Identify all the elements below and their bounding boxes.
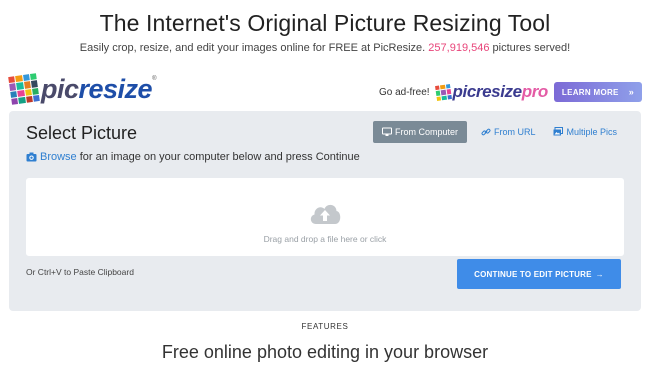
images-icon (553, 127, 564, 136)
pro-mosaic-icon (434, 83, 452, 101)
tab-from-url-label: From URL (493, 127, 536, 137)
file-dropzone[interactable]: Drag and drop a file here or click (26, 178, 624, 256)
picresize-pro-logo[interactable]: picresizepro (434, 82, 549, 102)
page-title: The Internet's Original Picture Resizing… (99, 10, 551, 36)
ad-free-label: Go ad-free! (378, 86, 430, 98)
page-subtitle: Easily crop, resize, and edit your image… (0, 42, 650, 54)
continue-label: CONTINUE TO EDIT PICTURE (474, 269, 592, 279)
tab-multiple-pics[interactable]: Multiple Pics (549, 122, 621, 142)
tab-multiple-pics-label: Multiple Pics (566, 127, 617, 137)
pro-logo-text: picresizepro (452, 82, 549, 101)
tab-from-computer-label: From Computer (394, 127, 458, 137)
features-label: FEATURES (301, 322, 349, 331)
source-tabs: From Computer From URL Multiple Pics (372, 121, 621, 143)
link-icon (481, 128, 491, 136)
arrow-right-icon: → (595, 269, 604, 279)
registered-mark: ® (152, 76, 157, 82)
camera-icon (26, 152, 37, 162)
subtitle-suffix: pictures served! (492, 42, 571, 54)
features-heading: Free online photo editing in your browse… (161, 342, 489, 362)
browse-instruction: Browse for an image on your computer bel… (26, 151, 360, 163)
tab-from-computer[interactable]: From Computer (372, 121, 467, 143)
pictures-served-count: 257,919,546 (428, 42, 490, 54)
select-picture-panel: Select Picture From Computer From URL Mu… (9, 111, 641, 311)
continue-to-edit-button[interactable]: CONTINUE TO EDIT PICTURE → (457, 259, 621, 289)
learn-more-button[interactable]: LEARN MORE » (553, 82, 642, 102)
ad-free-promo: Go ad-free! picresizepro LEARN MORE » (379, 82, 642, 102)
dropzone-text: Drag and drop a file here or click (263, 234, 387, 244)
learn-more-label: LEARN MORE (561, 87, 619, 97)
cloud-upload-icon (310, 204, 341, 224)
logo-mosaic-icon (8, 73, 40, 105)
select-picture-title: Select Picture (26, 123, 138, 143)
browse-instruction-text: for an image on your computer below and … (79, 151, 360, 163)
picresize-logo[interactable]: picresize ® (8, 72, 157, 106)
browse-link-label: Browse (40, 151, 77, 163)
double-chevron-right-icon: » (628, 87, 634, 97)
logo-text: picresize (41, 73, 153, 104)
browse-link[interactable]: Browse (26, 151, 77, 163)
tab-from-url[interactable]: From URL (477, 122, 540, 142)
subtitle-text: Easily crop, resize, and edit your image… (79, 42, 426, 54)
paste-clipboard-hint: Or Ctrl+V to Paste Clipboard (26, 267, 134, 277)
monitor-icon (381, 127, 392, 136)
